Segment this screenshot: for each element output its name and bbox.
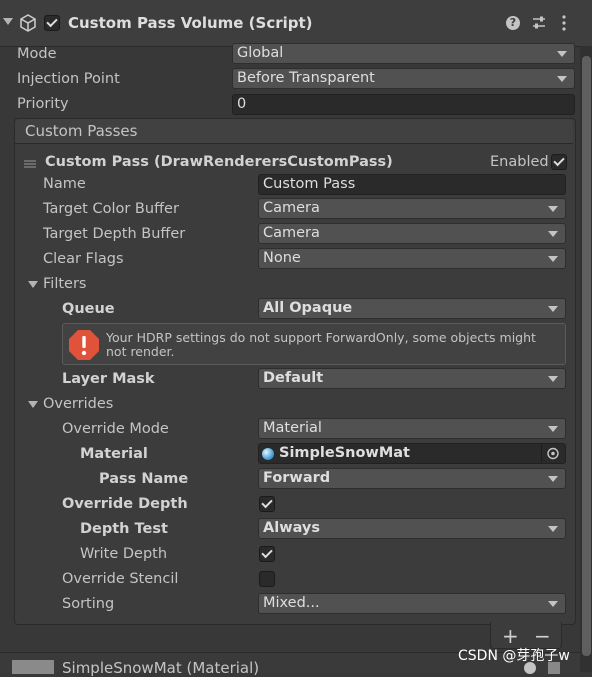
component-title: Custom Pass Volume (Script): [68, 14, 313, 32]
write-depth-label: Write Depth: [80, 546, 168, 562]
overrides-foldout-icon[interactable]: [28, 401, 38, 408]
target-color-label: Target Color Buffer: [43, 201, 179, 217]
warning-icon: [68, 329, 100, 361]
layer-mask-dropdown[interactable]: Default: [258, 368, 566, 389]
custom-passes-title: Custom Passes: [25, 122, 138, 140]
sorting-dropdown[interactable]: Mixed...: [258, 593, 566, 614]
chevron-down-icon: [548, 601, 558, 607]
context-menu-icon[interactable]: [562, 15, 566, 31]
injection-point-label: Injection Point: [17, 71, 120, 87]
chevron-down-icon: [548, 426, 558, 432]
override-depth-label: Override Depth: [62, 496, 188, 512]
chevron-down-icon: [548, 256, 558, 262]
target-depth-label: Target Depth Buffer: [43, 226, 186, 242]
target-depth-dropdown[interactable]: Camera: [258, 223, 566, 244]
target-depth-value: Camera: [263, 225, 320, 241]
material-label: Material: [80, 446, 148, 462]
override-mode-label: Override Mode: [62, 421, 169, 437]
override-stencil-checkbox[interactable]: [259, 571, 275, 587]
queue-dropdown[interactable]: All Opaque: [258, 298, 566, 319]
pass-name-label: Pass Name: [99, 471, 189, 487]
write-depth-checkbox[interactable]: [259, 546, 275, 562]
chevron-down-icon: [548, 206, 558, 212]
priority-field[interactable]: 0: [232, 94, 575, 115]
custom-pass-title: Custom Pass (DrawRenderersCustomPass): [45, 154, 393, 170]
layer-mask-label: Layer Mask: [62, 371, 155, 387]
filters-label[interactable]: Filters: [43, 276, 86, 292]
clear-flags-label: Clear Flags: [43, 251, 124, 267]
clear-flags-value: None: [263, 250, 301, 266]
queue-value: All Opaque: [263, 300, 353, 316]
target-color-value: Camera: [263, 200, 320, 216]
name-label: Name: [43, 176, 86, 192]
enabled-label: Enabled: [490, 154, 549, 170]
override-mode-dropdown[interactable]: Material: [258, 418, 566, 439]
material-object-field[interactable]: SimpleSnowMat: [258, 443, 566, 464]
chevron-down-icon: [548, 231, 558, 237]
component-enabled-checkbox[interactable]: [44, 15, 60, 31]
chevron-down-icon: [557, 51, 567, 57]
target-color-dropdown[interactable]: Camera: [258, 198, 566, 219]
filters-foldout-icon[interactable]: [28, 281, 38, 288]
material-value: SimpleSnowMat: [279, 445, 410, 461]
mode-dropdown[interactable]: Global: [232, 43, 575, 64]
sorting-label: Sorting: [62, 596, 115, 612]
drag-handle-icon[interactable]: [24, 156, 36, 168]
injection-point-dropdown[interactable]: Before Transparent: [232, 68, 575, 89]
script-icon: [18, 13, 38, 33]
pass-name-value: Forward: [263, 470, 331, 486]
pass-enabled-checkbox[interactable]: [551, 154, 567, 170]
object-picker-icon[interactable]: [541, 445, 562, 462]
presets-icon[interactable]: [532, 15, 546, 31]
override-depth-checkbox[interactable]: [259, 496, 275, 512]
layer-mask-value: Default: [263, 370, 324, 386]
depth-test-label: Depth Test: [80, 521, 168, 537]
foldout-arrow-icon[interactable]: [3, 18, 13, 25]
overrides-label[interactable]: Overrides: [43, 396, 113, 412]
watermark: CSDN @芽孢子w: [458, 648, 570, 664]
material-sphere-icon: [262, 448, 274, 460]
override-stencil-label: Override Stencil: [62, 571, 179, 587]
chevron-down-icon: [548, 306, 558, 312]
queue-label: Queue: [62, 301, 115, 317]
depth-test-dropdown[interactable]: Always: [258, 518, 566, 539]
material-footer-title: SimpleSnowMat (Material): [62, 659, 260, 677]
chevron-down-icon: [557, 76, 567, 82]
mode-value: Global: [237, 45, 284, 61]
mode-label: Mode: [17, 46, 57, 62]
clear-flags-dropdown[interactable]: None: [258, 248, 566, 269]
chevron-down-icon: [548, 476, 558, 482]
chevron-down-icon: [548, 526, 558, 532]
injection-point-value: Before Transparent: [237, 70, 375, 86]
priority-label: Priority: [17, 96, 69, 112]
help-icon[interactable]: ?: [506, 16, 520, 30]
depth-test-value: Always: [263, 520, 321, 536]
scrollbar-thumb[interactable]: [582, 56, 591, 656]
name-field[interactable]: Custom Pass: [258, 174, 566, 195]
warning-text: Your HDRP settings do not support Forwar…: [106, 330, 536, 359]
chevron-down-icon: [548, 376, 558, 382]
pass-name-dropdown[interactable]: Forward: [258, 468, 566, 489]
sorting-value: Mixed...: [263, 595, 320, 611]
override-mode-value: Material: [263, 420, 322, 436]
